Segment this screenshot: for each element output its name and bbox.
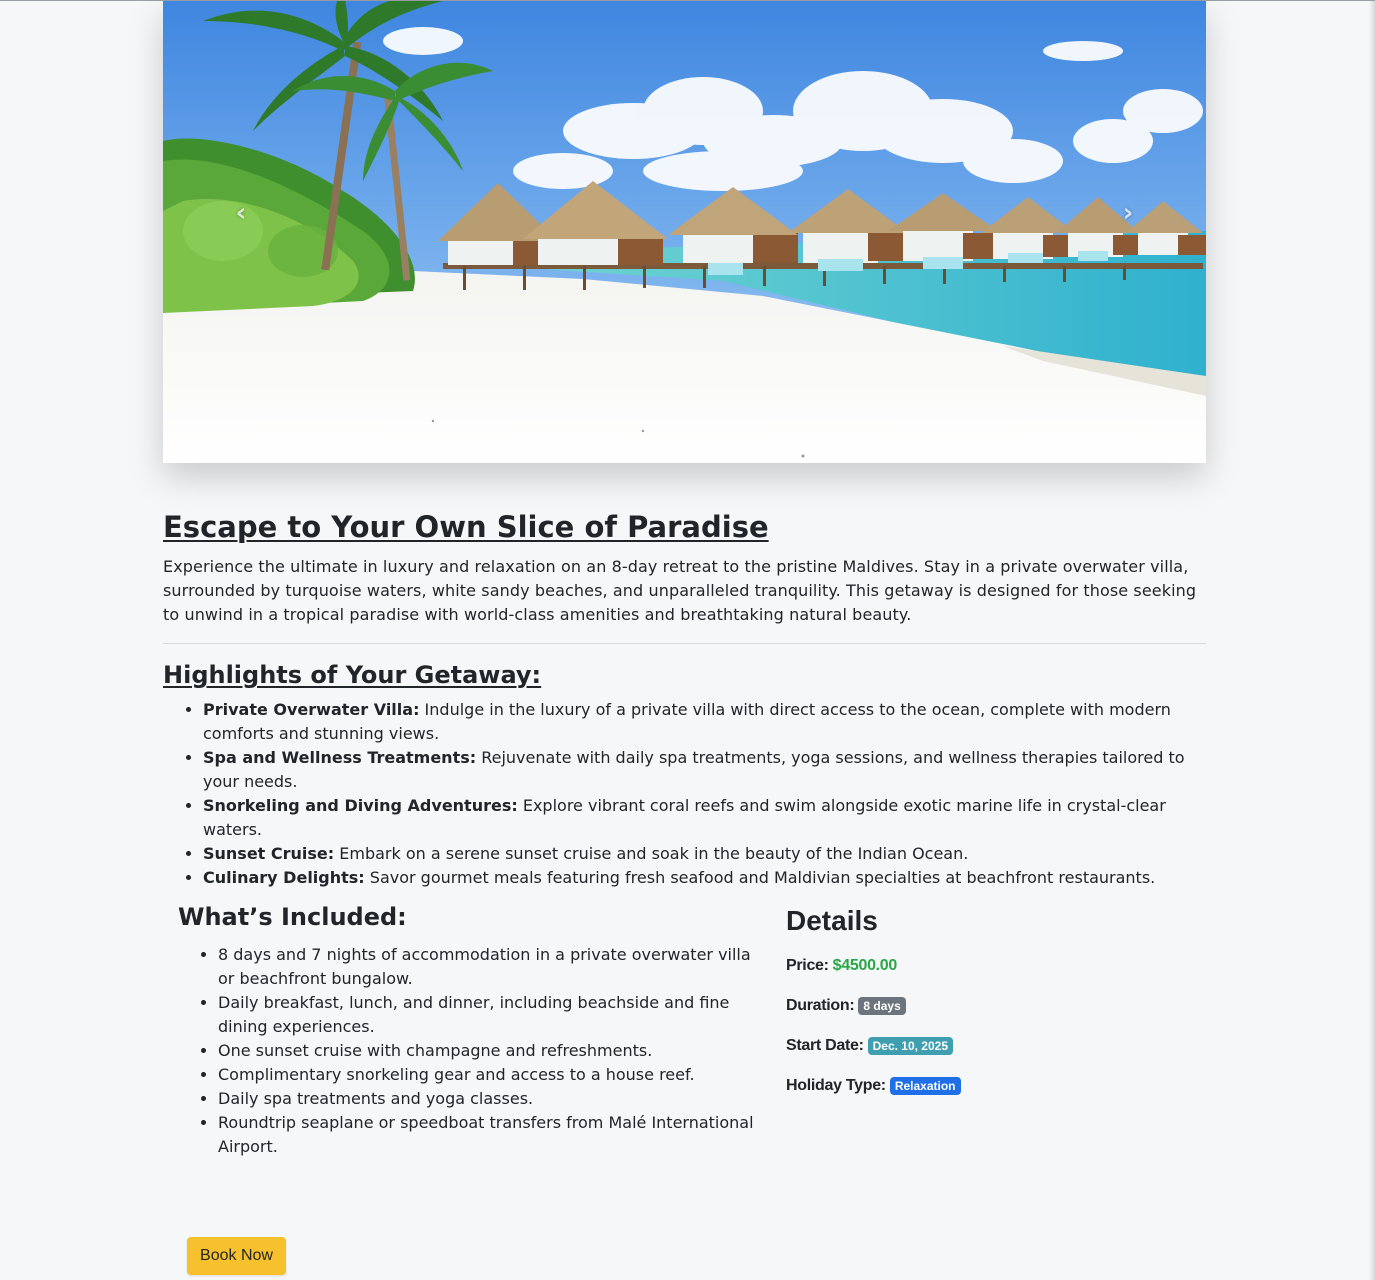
holiday-type-label: Holiday Type: — [786, 1077, 886, 1094]
holiday-type-row: Holiday Type: Relaxation — [786, 1075, 1186, 1097]
highlight-label: Snorkeling and Diving Adventures: — [203, 796, 518, 815]
details-title: Details — [786, 905, 878, 936]
list-item: Spa and Wellness Treatments: Rejuvenate … — [203, 746, 1206, 794]
price-value: $4500.00 — [832, 957, 898, 974]
highlight-text: Embark on a serene sunset cruise and soa… — [334, 844, 969, 863]
book-now-button[interactable]: Book Now — [187, 1237, 286, 1275]
list-item: Roundtrip seaplane or speedboat transfer… — [218, 1111, 768, 1159]
highlights-title: Highlights of Your Getaway: — [163, 661, 542, 689]
duration-badge: 8 days — [858, 997, 906, 1015]
highlight-label: Spa and Wellness Treatments: — [203, 748, 477, 767]
divider — [163, 643, 1206, 644]
highlight-text: Savor gourmet meals featuring fresh seaf… — [364, 868, 1156, 887]
list-item: Sunset Cruise: Embark on a serene sunset… — [203, 842, 1206, 866]
list-item: Complimentary snorkeling gear and access… — [218, 1063, 768, 1087]
page: ‹ › Escape to Your Own Slice of Paradise… — [0, 0, 1375, 1280]
price-row: Price: $4500.00 — [786, 955, 1186, 977]
info-columns: What’s Included: 8 days and 7 nights of … — [163, 899, 1206, 1179]
start-date-badge: Dec. 10, 2025 — [867, 1037, 954, 1055]
included-title: What’s Included: — [178, 903, 407, 931]
chevron-left-icon: ‹ — [235, 198, 247, 228]
start-date-row: Start Date: Dec. 10, 2025 — [786, 1035, 1186, 1057]
list-item: One sunset cruise with champagne and ref… — [218, 1039, 768, 1063]
window-edge — [1369, 1, 1375, 1280]
carousel-next-button[interactable]: › — [1114, 198, 1142, 228]
list-item: Culinary Delights: Savor gourmet meals f… — [203, 866, 1206, 890]
highlight-label: Private Overwater Villa: — [203, 700, 420, 719]
included-section: What’s Included: 8 days and 7 nights of … — [178, 899, 768, 1159]
image-carousel[interactable]: ‹ › — [163, 1, 1206, 463]
page-title: Escape to Your Own Slice of Paradise — [163, 510, 769, 544]
duration-row: Duration: 8 days — [786, 995, 1186, 1017]
list-item: Private Overwater Villa: Indulge in the … — [203, 698, 1206, 746]
maldives-beach-image — [163, 1, 1206, 463]
intro-description: Experience the ultimate in luxury and re… — [163, 557, 1197, 624]
content-section: Escape to Your Own Slice of Paradise Exp… — [163, 507, 1206, 890]
start-date-label: Start Date: — [786, 1037, 864, 1054]
duration-label: Duration: — [786, 997, 855, 1014]
details-section: Details Price: $4500.00 Duration: 8 days… — [786, 899, 1186, 1097]
list-item: Daily spa treatments and yoga classes. — [218, 1087, 768, 1111]
highlights-list: Private Overwater Villa: Indulge in the … — [163, 698, 1206, 890]
holiday-type-badge: Relaxation — [889, 1077, 961, 1095]
price-label: Price: — [786, 957, 829, 974]
highlight-label: Sunset Cruise: — [203, 844, 335, 863]
list-item: Snorkeling and Diving Adventures: Explor… — [203, 794, 1206, 842]
carousel-prev-button[interactable]: ‹ — [227, 198, 255, 228]
list-item: Daily breakfast, lunch, and dinner, incl… — [218, 991, 768, 1039]
included-list: 8 days and 7 nights of accommodation in … — [178, 943, 768, 1159]
highlight-label: Culinary Delights: — [203, 868, 365, 887]
chevron-right-icon: › — [1122, 198, 1134, 228]
list-item: 8 days and 7 nights of accommodation in … — [218, 943, 768, 991]
